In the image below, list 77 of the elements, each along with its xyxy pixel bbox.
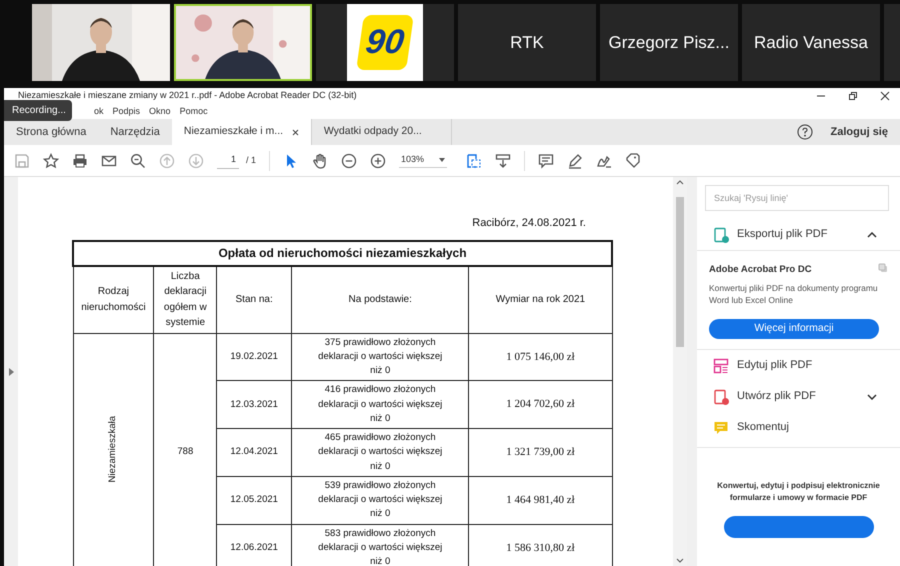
comment-icon	[713, 420, 729, 436]
table-cell: 375 prawidłowo złożonych deklaracji o wartości większej niż 0	[292, 333, 469, 381]
table-cell-text: Niezamieszkała	[106, 416, 120, 484]
sign-in-link[interactable]: Zaloguj się	[830, 124, 888, 140]
tool-item[interactable]: Skomentuj	[705, 412, 889, 444]
copy-icon	[878, 263, 888, 273]
menu-item[interactable]: ok	[94, 104, 104, 118]
caret-icon	[439, 158, 446, 162]
video-tile[interactable]: RTK	[458, 4, 596, 81]
expand-arrow-icon[interactable]	[8, 368, 14, 376]
participant-name: RTK	[510, 32, 544, 54]
table-cell: 416 prawidłowo złożonych deklaracji o wartości większej niż 0	[292, 380, 469, 428]
help-icon[interactable]	[796, 124, 813, 140]
page-total: / 1	[246, 154, 256, 167]
date-line: Racibórz, 24.08.2021 r.	[471, 216, 587, 231]
column-header: Na podstawie:	[292, 266, 469, 333]
table-cell: 465 prawidłowo złożonych deklaracji o wartości większej niż 0	[292, 428, 469, 476]
menu-item[interactable]: Pomoc	[180, 104, 208, 118]
table-cell: 12.05.2021	[216, 476, 292, 524]
fit-page-icon[interactable]	[466, 152, 482, 168]
window-title: Niezamieszkałe i mieszane zmiany w 2021 r..pdf - Adobe Acrobat Reader DC (32-bit)	[18, 89, 357, 102]
table-cell: 1 075 146,00 zł	[468, 333, 612, 381]
more-info-button[interactable]: Więcej informacji	[709, 319, 879, 340]
scrollbar-thumb[interactable]	[676, 196, 684, 346]
video-tile[interactable]: Radio Vanessa	[742, 4, 880, 81]
comment-icon[interactable]	[538, 152, 554, 168]
edit-pdf-icon	[713, 358, 729, 374]
table-cell: 1 464 981,40 zł	[468, 476, 612, 524]
column-header: Rodzaj nieruchomości	[73, 266, 154, 333]
tab[interactable]: Wydatki odpady 20...	[312, 119, 452, 145]
zoom-dropdown[interactable]: 103%	[399, 153, 448, 168]
tool-item[interactable]: Edytuj plik PDF	[705, 350, 889, 382]
table-cell: 12.03.2021	[216, 380, 292, 428]
tool-item[interactable]: Utwórz plik PDF	[705, 381, 889, 412]
stamp-tag-icon[interactable]	[625, 152, 642, 168]
zoom-in-icon[interactable]	[370, 152, 386, 168]
scroll-up-icon[interactable]	[676, 179, 684, 185]
close-icon[interactable]	[292, 128, 299, 136]
export-pdf-icon	[713, 226, 729, 242]
scroll-mode-icon[interactable]	[495, 152, 512, 168]
zoom-out-icon[interactable]	[341, 152, 358, 168]
table-cell: 12.04.2021	[216, 428, 292, 476]
tab[interactable]: Narzędzia	[98, 119, 172, 145]
search-field[interactable]: Szukaj 'Rysuj linię'	[705, 185, 889, 211]
logo: 90	[347, 4, 423, 81]
hand-icon[interactable]	[312, 152, 328, 168]
recording-badge: Recording...	[4, 100, 72, 121]
menu-item[interactable]: Podpis	[112, 104, 140, 118]
table-title: Opłata od nieruchomości niezamieszkałych	[73, 240, 612, 266]
restore-icon[interactable]	[848, 91, 858, 101]
tab[interactable]: Strona główna	[4, 119, 98, 145]
table-cell: 539 prawidłowo złożonych deklaracji o wartości większej niż 0	[292, 476, 469, 524]
participant-name: Grzegorz Pisz...	[608, 32, 730, 54]
printer-icon[interactable]	[72, 152, 88, 168]
column-header: Stan na:	[216, 266, 292, 333]
menu-item[interactable]: Okno	[149, 104, 171, 118]
table-cell: 1 321 739,00 zł	[468, 428, 612, 476]
tab[interactable]: Niezamieszkałe i m...	[172, 119, 312, 145]
zoom-icon[interactable]	[130, 152, 146, 168]
create-pdf-icon	[713, 388, 729, 405]
star-icon[interactable]	[43, 152, 59, 168]
participant-name: Radio Vanessa	[754, 32, 868, 54]
close-icon[interactable]	[880, 91, 890, 101]
table-cell: 1 204 702,60 zł	[468, 380, 612, 428]
table-cell: 19.02.2021	[216, 333, 292, 381]
page-number-field[interactable]: 1	[217, 152, 239, 168]
pen-icon[interactable]	[567, 152, 584, 168]
video-tile[interactable]: Grzegorz Pisz...	[600, 4, 738, 81]
video-tile[interactable]: 90	[316, 4, 454, 81]
tool-item[interactable]: Eksportuj plik PDF	[705, 219, 889, 250]
promo-title: Adobe Acrobat Pro DC	[709, 263, 812, 277]
column-header: Liczba deklaracji ogółem w systemie	[154, 266, 217, 333]
column-header: Wymiar na rok 2021	[468, 266, 612, 333]
promo-text: Konwertuj pliki PDF na dokumenty programu Word lub Excel Online	[709, 283, 879, 308]
scroll-down-icon[interactable]	[676, 558, 684, 564]
promo-text: Konwertuj, edytuj i podpisuj elektronicznie formularze i umowy w formacie PDF	[716, 480, 881, 504]
trial-button[interactable]	[724, 516, 874, 538]
